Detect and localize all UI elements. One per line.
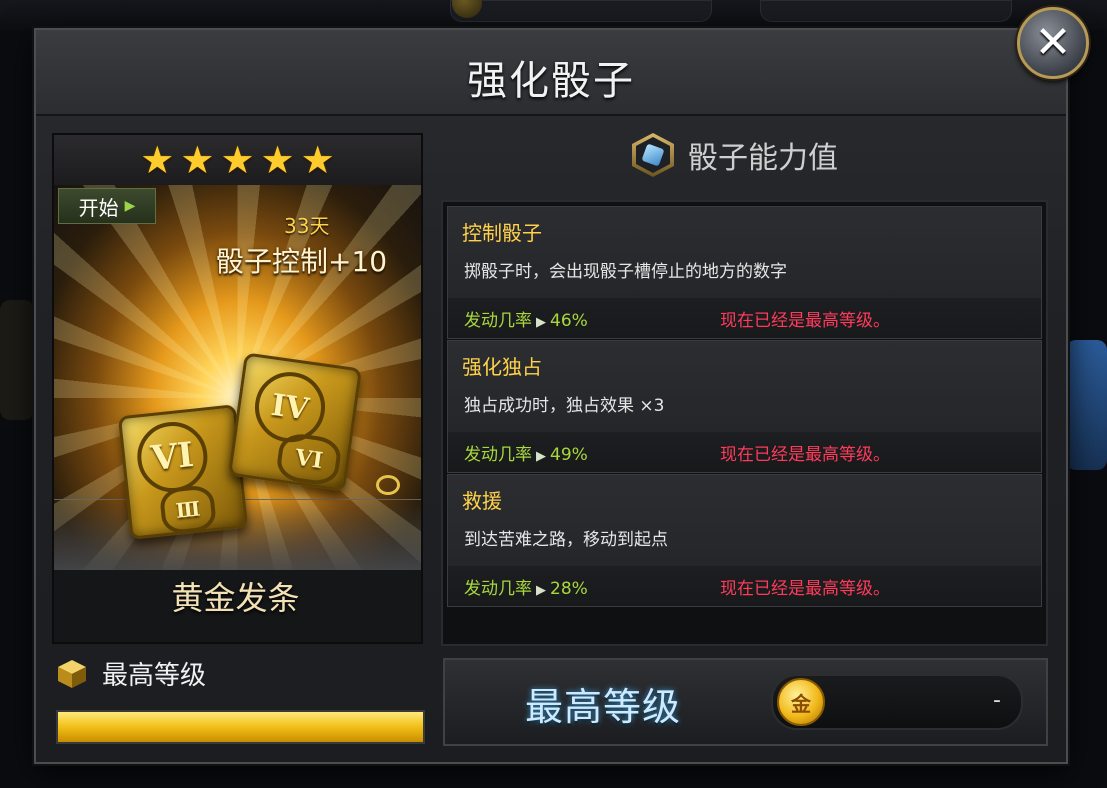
ability-name: 强化独占 bbox=[462, 355, 542, 379]
ability-name: 救援 bbox=[462, 489, 502, 513]
arrow-icon: ▶ bbox=[536, 449, 546, 464]
ability-description: 独占成功时，独占效果 ×3 bbox=[464, 396, 665, 416]
arrow-icon: ▶ bbox=[536, 315, 546, 330]
abilities-title: 骰子能力值 bbox=[688, 141, 838, 176]
gold-coin-icon: 金 bbox=[777, 678, 825, 726]
rate-label: 发动几率 bbox=[464, 445, 532, 465]
star-icon: ★ bbox=[140, 138, 175, 182]
star-icon: ★ bbox=[180, 138, 215, 182]
level-row: 最高等级 bbox=[56, 655, 206, 692]
dialog-title: 强化骰子 bbox=[467, 58, 635, 104]
star-icon: ★ bbox=[260, 138, 295, 182]
level-progress-bar bbox=[56, 710, 425, 744]
cost-display: 金 - bbox=[771, 674, 1023, 730]
activation-rate: 发动几率 ▶ 46% bbox=[464, 306, 588, 331]
skill-label: 骰子控制+10 bbox=[216, 245, 388, 278]
abilities-header: 骰子能力值 bbox=[632, 133, 838, 177]
golden-die-icon: IV VI bbox=[227, 352, 363, 492]
star-rating: ★ ★ ★ ★ ★ bbox=[54, 135, 421, 185]
ability-item: 救援 到达苦难之路，移动到起点 发动几率 ▶ 28% 现在已经是最高等级。 bbox=[447, 474, 1042, 607]
upgrade-button[interactable]: 最高等级 金 - bbox=[443, 658, 1048, 746]
ability-footer: 发动几率 ▶ 46% 现在已经是最高等级。 bbox=[448, 298, 1041, 338]
activation-rate: 发动几率 ▶ 49% bbox=[464, 440, 588, 465]
gear-spark-icon bbox=[376, 475, 400, 495]
duration-label: 33天 bbox=[284, 214, 330, 238]
ability-item: 控制骰子 掷骰子时，会出现骰子槽停止的地方的数字 发动几率 ▶ 46% 现在已经是最… bbox=[447, 206, 1042, 339]
rate-value: 46% bbox=[550, 311, 588, 331]
upgrade-label: 最高等级 bbox=[525, 685, 682, 729]
background-card bbox=[1066, 340, 1107, 470]
ability-name: 控制骰子 bbox=[462, 221, 542, 245]
ability-footer: 发动几率 ▶ 28% 现在已经是最高等级。 bbox=[448, 566, 1041, 606]
ability-description: 掷骰子时，会出现骰子槽停止的地方的数字 bbox=[464, 262, 787, 282]
start-button[interactable]: 开始 ▶ bbox=[58, 188, 156, 224]
ability-item: 强化独占 独占成功时，独占效果 ×3 发动几率 ▶ 49% 现在已经是最高等级。 bbox=[447, 340, 1042, 473]
background-currency-pill bbox=[450, 0, 712, 22]
cost-value: - bbox=[993, 688, 1001, 713]
ability-description: 到达苦难之路，移动到起点 bbox=[464, 530, 668, 550]
max-level-status: 现在已经是最高等级。 bbox=[720, 579, 890, 599]
rate-value: 49% bbox=[550, 445, 588, 465]
star-icon: ★ bbox=[300, 138, 335, 182]
level-label: 最高等级 bbox=[102, 661, 207, 691]
activation-rate: 发动几率 ▶ 28% bbox=[464, 574, 588, 599]
ability-list[interactable]: 控制骰子 掷骰子时，会出现骰子槽停止的地方的数字 发动几率 ▶ 46% 现在已经是最… bbox=[441, 200, 1048, 646]
max-level-status: 现在已经是最高等级。 bbox=[720, 311, 890, 331]
start-label: 开始 bbox=[78, 195, 119, 220]
dice-hex-icon bbox=[632, 133, 674, 177]
star-icon: ★ bbox=[220, 138, 255, 182]
level-progress-fill bbox=[58, 712, 423, 742]
item-name: 黄金发条 bbox=[171, 579, 300, 617]
ability-footer: 发动几率 ▶ 49% 现在已经是最高等级。 bbox=[448, 432, 1041, 472]
cube-icon bbox=[56, 658, 88, 690]
rate-label: 发动几率 bbox=[464, 579, 532, 599]
rate-value: 28% bbox=[550, 579, 588, 599]
arrow-icon: ▶ bbox=[536, 583, 546, 598]
background-card bbox=[0, 300, 34, 420]
close-icon: ✕ bbox=[1034, 17, 1072, 68]
max-level-status: 现在已经是最高等级。 bbox=[720, 445, 890, 465]
title-bar: 强化骰子 bbox=[36, 30, 1066, 116]
rate-label: 发动几率 bbox=[464, 311, 532, 331]
play-arrow-icon: ▶ bbox=[124, 198, 136, 214]
background-currency-pill bbox=[760, 0, 1012, 22]
golden-die-icon: VI Ⅲ bbox=[117, 404, 249, 540]
close-button[interactable]: ✕ bbox=[1017, 7, 1089, 79]
